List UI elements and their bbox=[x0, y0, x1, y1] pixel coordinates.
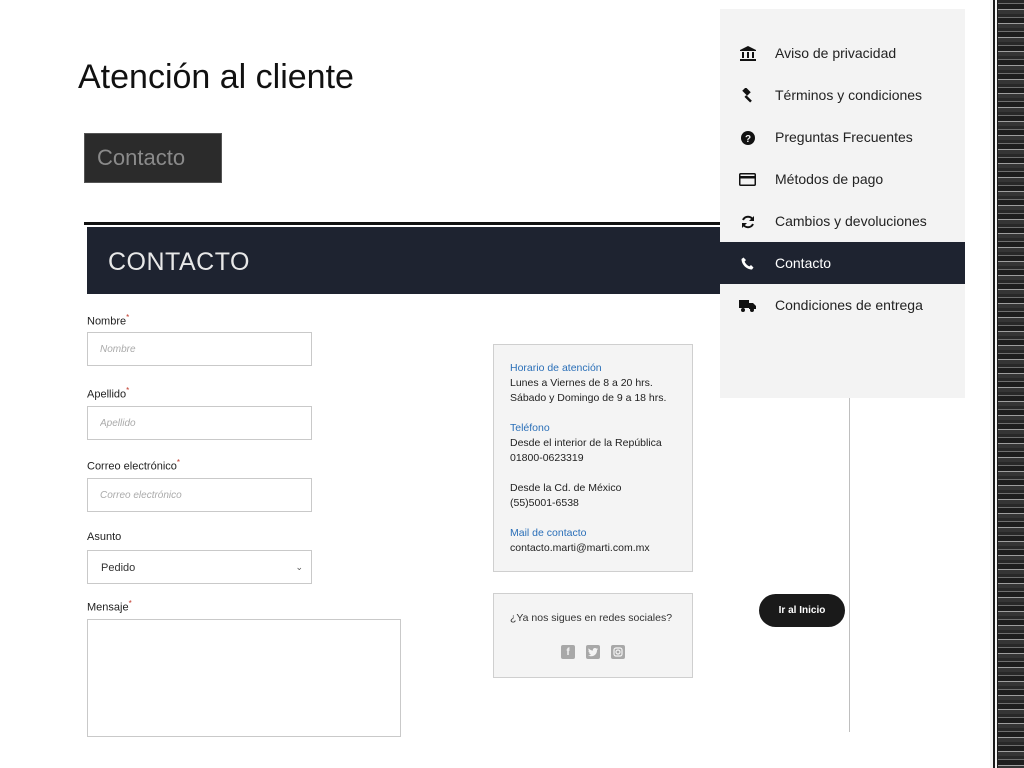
menu-item-preguntas[interactable]: ? Preguntas Frecuentes bbox=[720, 116, 965, 158]
ir-al-inicio-button[interactable]: Ir al Inicio bbox=[759, 594, 845, 627]
cdmx-line-1: Desde la Cd. de México bbox=[510, 482, 622, 494]
telefono-line-1: Desde el interior de la República bbox=[510, 437, 662, 449]
horario-line-2: Sábado y Domingo de 9 a 18 hrs. bbox=[510, 392, 667, 404]
bank-icon bbox=[739, 45, 756, 62]
apellido-label: Apellido* bbox=[87, 386, 130, 401]
mensaje-textarea[interactable] bbox=[87, 619, 401, 737]
menu-item-label: Condiciones de entrega bbox=[775, 297, 923, 313]
nombre-input[interactable] bbox=[87, 332, 312, 366]
divider-vertical bbox=[849, 396, 850, 732]
instagram-icon[interactable] bbox=[611, 645, 625, 659]
nombre-label: Nombre* bbox=[87, 313, 130, 328]
mail-title: Mail de contacto bbox=[510, 527, 587, 539]
mensaje-label: Mensaje* bbox=[87, 599, 132, 614]
contact-info-box: Horario de atención Lunes a Viernes de 8… bbox=[493, 344, 693, 572]
twitter-icon[interactable] bbox=[586, 645, 600, 659]
menu-item-label: Contacto bbox=[775, 255, 832, 271]
asunto-select-value: Pedido bbox=[101, 562, 136, 574]
refresh-icon bbox=[739, 213, 756, 230]
telefono-title: Teléfono bbox=[510, 422, 550, 434]
correo-label: Correo electrónico* bbox=[87, 458, 180, 473]
menu-item-condiciones-entrega[interactable]: Condiciones de entrega bbox=[720, 284, 965, 326]
truck-icon bbox=[739, 297, 756, 314]
asunto-label: Asunto bbox=[87, 531, 122, 543]
contacto-badge: Contacto bbox=[84, 133, 222, 183]
menu-item-metodos-pago[interactable]: Métodos de pago bbox=[720, 158, 965, 200]
chevron-down-icon: ⌄ bbox=[295, 562, 303, 572]
cdmx-number: (55)5001-6538 bbox=[510, 497, 579, 509]
menu-item-terminos[interactable]: Términos y condiciones bbox=[720, 74, 965, 116]
svg-text:?: ? bbox=[744, 134, 750, 145]
phone-icon bbox=[739, 255, 756, 272]
horario-title: Horario de atención bbox=[510, 362, 602, 374]
menu-item-label: Preguntas Frecuentes bbox=[775, 129, 913, 145]
menu-item-label: Cambios y devoluciones bbox=[775, 213, 927, 229]
form-header-title: CONTACTO bbox=[108, 248, 250, 276]
question-icon: ? bbox=[739, 129, 756, 146]
gavel-icon bbox=[739, 87, 756, 104]
apellido-input[interactable] bbox=[87, 406, 312, 440]
horario-line-1: Lunes a Viernes de 8 a 20 hrs. bbox=[510, 377, 653, 389]
form-header: CONTACTO bbox=[87, 227, 727, 294]
slide-title: Atención al cliente bbox=[78, 58, 354, 96]
asunto-select[interactable]: Pedido ⌄ bbox=[87, 550, 312, 584]
correo-input[interactable] bbox=[87, 478, 312, 512]
menu-item-cambios[interactable]: Cambios y devoluciones bbox=[720, 200, 965, 242]
mail-address: contacto.marti@marti.com.mx bbox=[510, 542, 650, 554]
credit-card-icon bbox=[739, 171, 756, 188]
menu-item-aviso-privacidad[interactable]: Aviso de privacidad bbox=[720, 32, 965, 74]
divider bbox=[84, 222, 724, 225]
menu-item-label: Métodos de pago bbox=[775, 171, 884, 187]
sidebar-menu: Aviso de privacidad Términos y condicion… bbox=[720, 9, 965, 398]
facebook-icon[interactable]: f bbox=[561, 645, 575, 659]
social-box: ¿Ya nos sigues en redes sociales? f bbox=[493, 593, 693, 678]
social-question: ¿Ya nos sigues en redes sociales? bbox=[510, 612, 673, 624]
telefono-number: 01800-0623319 bbox=[510, 452, 584, 464]
menu-item-label: Términos y condiciones bbox=[775, 87, 923, 103]
film-strip-border bbox=[990, 0, 1024, 768]
menu-item-contacto[interactable]: Contacto bbox=[720, 242, 965, 284]
contacto-badge-label: Contacto bbox=[97, 145, 186, 170]
menu-item-label: Aviso de privacidad bbox=[775, 45, 897, 61]
